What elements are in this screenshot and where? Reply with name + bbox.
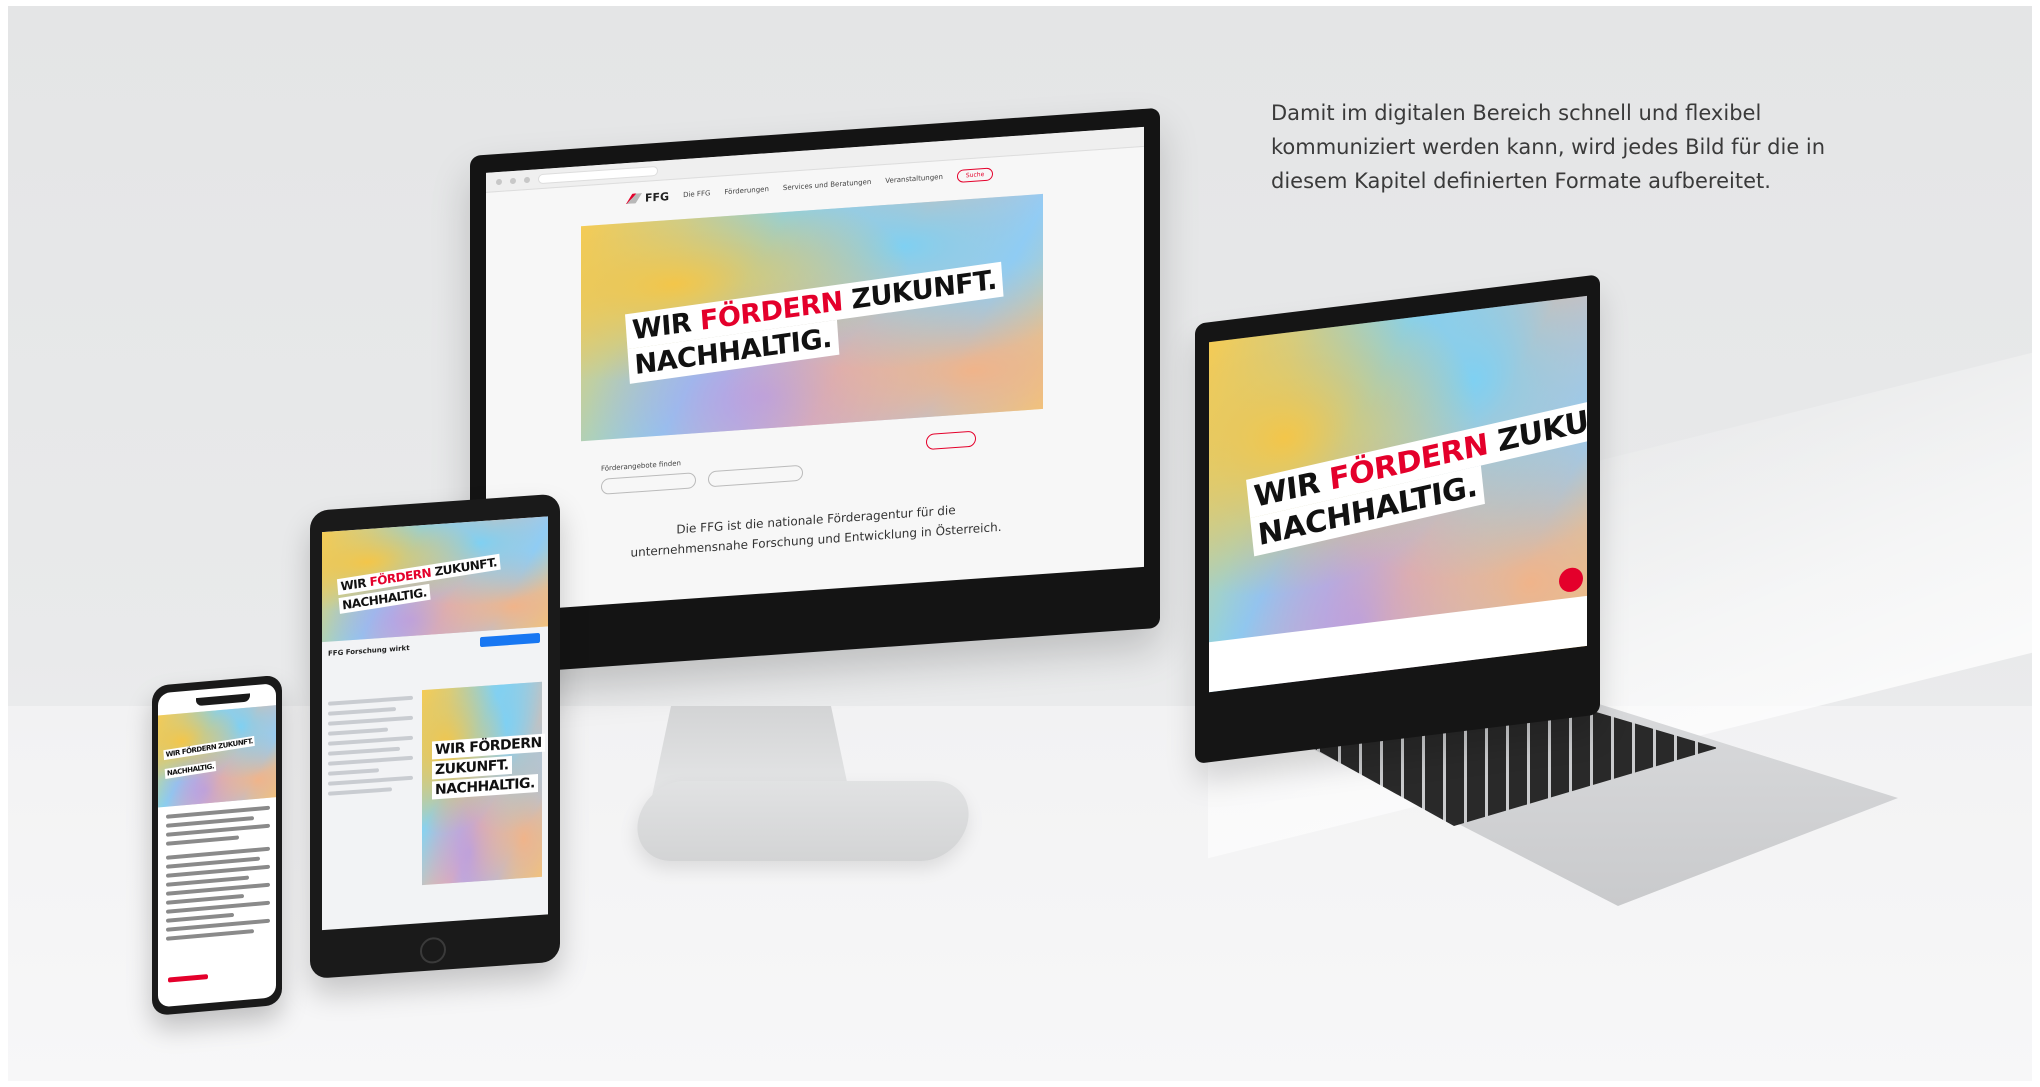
facebook-page-name[interactable]: FFG Forschung wirkt	[328, 644, 410, 658]
tablet-home-button[interactable]	[420, 936, 446, 965]
post-headline-line-1: WIR FÖRDERN	[435, 734, 542, 759]
facebook-cover-image: WIR FÖRDERN ZUKUNFT. NACHHALTIG.	[322, 516, 548, 643]
nav-item-services[interactable]: Services und Beratungen	[783, 178, 871, 192]
funding-search: Förderangebote finden	[601, 430, 1001, 497]
phone-cta-link[interactable]	[168, 974, 208, 983]
ffg-logo[interactable]: FFG	[626, 190, 669, 206]
cover-headline: WIR FÖRDERN ZUKUNFT. NACHHALTIG.	[336, 551, 503, 614]
monitor-stand-base	[630, 781, 976, 861]
laptop-screen: WIR FÖRDERN ZUKUNFT. NACHHALTIG.	[1209, 295, 1587, 693]
device-mockup-scene: Damit im digitalen Bereich schnell und f…	[8, 6, 2032, 1081]
caption-line-2: kommuniziert werden kann, wird jedes Bil…	[1271, 135, 1826, 159]
laptop-page-footer	[1209, 595, 1587, 693]
address-bar[interactable]	[538, 165, 658, 184]
facebook-sidebar-info	[328, 695, 413, 802]
tablet-device: WIR FÖRDERN ZUKUNFT. NACHHALTIG. FFG For…	[310, 493, 560, 979]
monitor-bezel: FFG Die FFG Förderungen Services und Ber…	[470, 107, 1160, 677]
caption-text: Damit im digitalen Bereich schnell und f…	[1271, 96, 1891, 198]
search-submit-button[interactable]	[926, 430, 976, 451]
caption-line-1: Damit im digitalen Bereich schnell und f…	[1271, 101, 1762, 125]
ffg-logo-icon	[626, 193, 642, 204]
phone-headline: WIR FÖRDERN ZUKUNFT. NACHHALTIG.	[163, 728, 257, 780]
cookie-button-icon[interactable]	[1559, 566, 1583, 594]
reload-icon[interactable]	[524, 176, 530, 183]
monitor-screen: FFG Die FFG Förderungen Services und Ber…	[486, 126, 1144, 613]
laptop-lid: WIR FÖRDERN ZUKUNFT. NACHHALTIG.	[1195, 274, 1600, 764]
site-tagline: Die FFG ist die nationale Förderagentur …	[630, 503, 1002, 560]
laptop-headline: WIR FÖRDERN ZUKUNFT. NACHHALTIG.	[1246, 384, 1587, 557]
hero-headline: WIR FÖRDERN ZUKUNFT. NACHHALTIG.	[625, 261, 1006, 384]
phone-hero-image: WIR FÖRDERN ZUKUNFT. NACHHALTIG.	[158, 705, 276, 808]
phone-headline-line-1: WIR FÖRDERN ZUKUNFT.	[163, 735, 256, 761]
smartphone-device: WIR FÖRDERN ZUKUNFT. NACHHALTIG.	[152, 674, 282, 1016]
caption-line-3: diesem Kapitel definierten Formate aufbe…	[1271, 169, 1771, 193]
hero-banner: WIR FÖRDERN ZUKUNFT. NACHHALTIG.	[581, 193, 1043, 442]
cover-headline-wir: WIR	[339, 575, 367, 594]
post-headline-line-3: NACHHALTIG.	[432, 774, 538, 800]
search-field-zielgruppe[interactable]	[708, 464, 804, 488]
forward-icon[interactable]	[510, 177, 516, 184]
headline-word-zukunft: ZUKUNFT.	[850, 264, 998, 316]
facebook-post-image[interactable]: WIR FÖRDERN ZUKUNFT. NACHHALTIG.	[422, 681, 545, 886]
cover-headline-zukunft: ZUKUNFT.	[434, 555, 498, 579]
laptop-headline-zukunft: ZUKUNFT.	[1495, 388, 1587, 460]
facebook-follow-button[interactable]	[480, 632, 540, 648]
ffg-logo-text: FFG	[645, 189, 670, 205]
nav-item-die-ffg[interactable]: Die FFG	[683, 189, 710, 199]
tablet-screen: WIR FÖRDERN ZUKUNFT. NACHHALTIG. FFG For…	[322, 516, 548, 931]
phone-screen: WIR FÖRDERN ZUKUNFT. NACHHALTIG.	[158, 683, 276, 1008]
search-button[interactable]: Suche	[956, 166, 994, 183]
phone-headline-line-2: NACHHALTIG.	[164, 761, 217, 779]
post-headline: WIR FÖRDERN ZUKUNFT. NACHHALTIG.	[432, 732, 545, 800]
phone-notch	[196, 693, 250, 707]
nav-item-foerderungen[interactable]: Förderungen	[724, 185, 769, 196]
nav-item-veranstaltungen[interactable]: Veranstaltungen	[885, 173, 943, 185]
phone-body-text	[166, 805, 270, 946]
back-icon[interactable]	[496, 178, 502, 185]
desktop-monitor: FFG Die FFG Förderungen Services und Ber…	[470, 107, 1160, 716]
search-field-thema[interactable]	[601, 472, 696, 495]
